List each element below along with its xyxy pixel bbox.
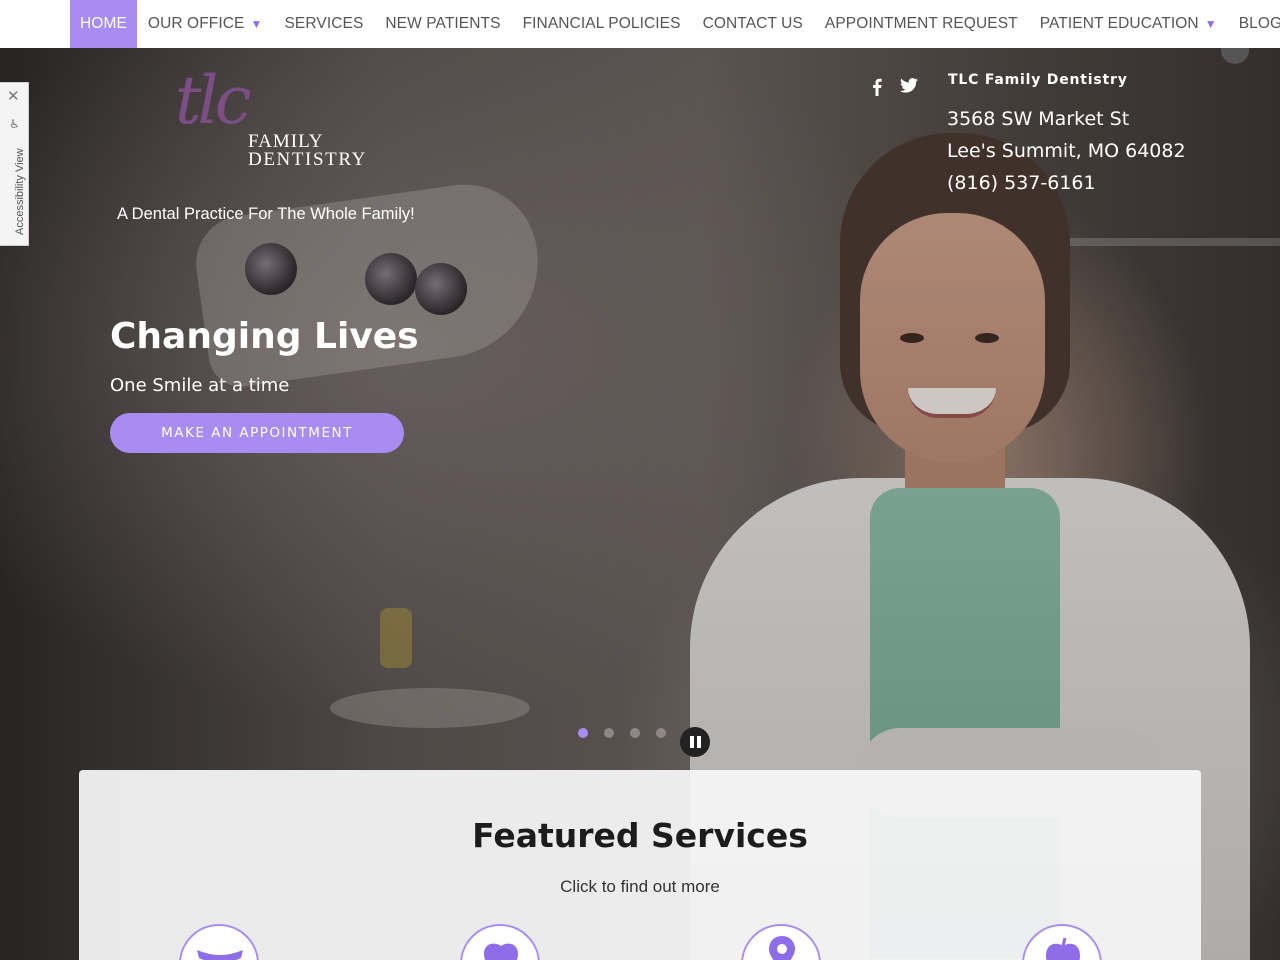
nav-item-financial-policies[interactable]: FINANCIAL POLICIES (512, 0, 692, 48)
logo-mark: tlc (175, 62, 252, 139)
apple-icon (1046, 937, 1080, 960)
nav-item-label: OUR OFFICE (147, 15, 245, 32)
twitter-icon[interactable] (900, 78, 918, 96)
featured-services-title: Featured Services (472, 816, 808, 855)
nav-item-home[interactable]: HOME (70, 0, 137, 48)
main-nav: HOME OUR OFFICE ▼ SERVICES NEW PATIENTS F… (0, 0, 1280, 48)
hero-headline: Changing Lives (110, 316, 419, 357)
accessibility-view-tab[interactable]: ✕ ♿ Accessibility View (0, 82, 29, 246)
nav-item-new-patients[interactable]: NEW PATIENTS (374, 0, 511, 48)
slider-dots (578, 728, 666, 738)
pause-icon (689, 736, 694, 748)
slider-pause-button[interactable] (680, 727, 710, 757)
slider-dot[interactable] (656, 728, 666, 738)
nav-item-label: PATIENT EDUCATION (1039, 15, 1199, 32)
logo-text-dentistry: DENTISTRY (248, 149, 367, 170)
nav-item-blog[interactable]: BLOG (1228, 0, 1280, 48)
facebook-icon[interactable] (868, 78, 886, 96)
smile-icon (197, 950, 243, 960)
nav-item-label: HOME (80, 15, 127, 32)
phone-link[interactable]: (816) 537-6161 (947, 167, 1186, 199)
location-pin-icon (769, 936, 795, 960)
nav-item-label: APPOINTMENT REQUEST (824, 15, 1018, 32)
accessibility-label: Accessibility View (14, 148, 26, 235)
nav-item-label: NEW PATIENTS (385, 15, 501, 32)
nav-item-services[interactable]: SERVICES (273, 0, 374, 48)
close-icon[interactable]: ✕ (7, 87, 20, 105)
chevron-down-icon: ▼ (1204, 17, 1217, 31)
practice-name: TLC Family Dentistry (948, 72, 1128, 88)
practice-address: 3568 SW Market St Lee's Summit, MO 64082… (947, 103, 1186, 199)
hero-subheadline: One Smile at a time (110, 375, 290, 396)
tagline: A Dental Practice For The Whole Family! (117, 205, 415, 223)
nav-item-our-office[interactable]: OUR OFFICE ▼ (137, 0, 274, 48)
chevron-down-icon: ▼ (250, 17, 263, 31)
accessibility-icon: ♿ (9, 117, 20, 131)
tooth-icon (484, 943, 518, 960)
site-logo[interactable]: tlc FAMILY DENTISTRY (175, 68, 375, 178)
slider-dot[interactable] (630, 728, 640, 738)
nav-item-label: SERVICES (284, 15, 364, 32)
nav-item-label: FINANCIAL POLICIES (522, 15, 681, 32)
nav-item-appointment-request[interactable]: APPOINTMENT REQUEST (814, 0, 1029, 48)
featured-services-panel: Featured Services Click to find out more (79, 770, 1201, 960)
nav-item-patient-education[interactable]: PATIENT EDUCATION ▼ (1029, 0, 1228, 48)
nav-item-label: CONTACT US (702, 15, 803, 32)
address-street: 3568 SW Market St (947, 108, 1130, 130)
nav-item-contact-us[interactable]: CONTACT US (692, 0, 814, 48)
slider-dot[interactable] (604, 728, 614, 738)
service-location-button[interactable] (741, 924, 821, 960)
address-city: Lee's Summit, MO 64082 (947, 140, 1186, 162)
slider-dot[interactable] (578, 728, 588, 738)
service-tooth-button[interactable] (460, 924, 540, 960)
make-appointment-button[interactable]: MAKE AN APPOINTMENT (110, 413, 404, 453)
social-links (868, 78, 918, 96)
featured-services-subtitle: Click to find out more (560, 877, 720, 896)
service-apple-button[interactable] (1022, 924, 1102, 960)
nav-item-label: BLOG (1238, 15, 1280, 32)
hero-slider: tlc FAMILY DENTISTRY A Dental Practice F… (0, 48, 1280, 960)
service-smile-button[interactable] (179, 924, 259, 960)
